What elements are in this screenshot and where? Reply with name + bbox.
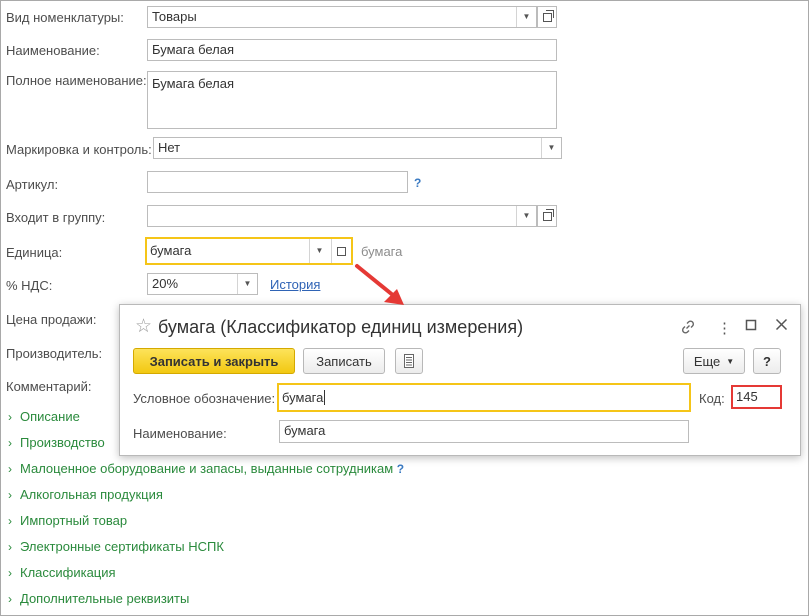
section-label: Малоценное оборудование и запасы, выданн… <box>20 461 394 476</box>
fullname-label: Полное наименование: <box>6 73 147 88</box>
maximize-icon[interactable] <box>745 318 757 335</box>
open-kind-button[interactable] <box>537 6 557 28</box>
unit-select[interactable]: бумага ▼ <box>145 237 353 265</box>
fullname-textarea[interactable]: Бумага белая <box>147 71 557 129</box>
marking-value: Нет <box>158 140 181 155</box>
vat-select[interactable]: 20% ▼ <box>147 273 258 295</box>
close-icon[interactable] <box>775 318 788 335</box>
chevron-right-icon: › <box>8 514 12 528</box>
section-import[interactable]: › Импортный товар <box>8 513 127 528</box>
open-icon <box>542 208 554 221</box>
section-description[interactable]: › Описание <box>8 409 80 424</box>
kind-label: Вид номенклатуры: <box>6 10 124 25</box>
fullname-value: Бумага белая <box>152 76 235 91</box>
link-icon[interactable] <box>680 319 696 339</box>
code-value: 145 <box>736 389 758 404</box>
unit-classifier-dialog: ☆ бумага (Классификатор единиц измерения… <box>119 304 801 456</box>
section-nspk-certificates[interactable]: › Электронные сертификаты НСПК <box>8 539 224 554</box>
chevron-down-icon[interactable]: ▼ <box>309 239 329 263</box>
unit-value: бумага <box>150 243 192 258</box>
chevron-right-icon: › <box>8 540 12 554</box>
chevron-down-icon: ▼ <box>726 356 735 366</box>
symbol-input[interactable]: бумага <box>277 383 691 412</box>
open-group-button[interactable] <box>537 205 557 227</box>
group-label: Входит в группу: <box>6 210 106 225</box>
section-help-icon[interactable]: ? <box>397 462 404 476</box>
article-label: Артикул: <box>6 177 59 192</box>
section-label: Электронные сертификаты НСПК <box>20 539 224 554</box>
dialog-name-input[interactable]: бумага <box>279 420 689 443</box>
section-alcohol[interactable]: › Алкогольная продукция <box>8 487 163 502</box>
section-label: Импортный товар <box>20 513 128 528</box>
article-input[interactable] <box>147 171 408 193</box>
vat-history-link[interactable]: История <box>270 277 320 292</box>
open-icon <box>337 246 346 256</box>
chevron-right-icon: › <box>8 462 12 476</box>
name-input[interactable]: Бумага белая <box>147 39 557 61</box>
unit-label: Единица: <box>6 245 63 260</box>
star-icon[interactable]: ☆ <box>135 315 152 338</box>
vat-label: % НДС: <box>6 278 53 293</box>
section-classification[interactable]: › Классификация <box>8 565 116 580</box>
article-help-icon[interactable]: ? <box>414 176 421 190</box>
chevron-down-icon[interactable]: ▼ <box>541 138 561 158</box>
unit-hint: бумага <box>361 244 403 259</box>
section-production[interactable]: › Производство <box>8 435 105 450</box>
chevron-right-icon: › <box>8 410 12 424</box>
section-label: Дополнительные реквизиты <box>20 591 190 606</box>
chevron-down-icon[interactable]: ▼ <box>516 7 536 27</box>
dialog-title: бумага (Классификатор единиц измерения) <box>158 317 524 337</box>
symbol-value: бумага <box>282 390 324 405</box>
symbol-label: Условное обозначение: <box>133 391 276 406</box>
comment-label: Комментарий: <box>6 379 92 394</box>
dialog-name-label: Наименование: <box>133 426 227 441</box>
name-label: Наименование: <box>6 43 100 58</box>
section-label: Производство <box>20 435 105 450</box>
manufacturer-label: Производитель: <box>6 346 103 361</box>
section-label: Классификация <box>20 565 116 580</box>
chevron-right-icon: › <box>8 436 12 450</box>
help-button[interactable]: ? <box>753 348 781 374</box>
chevron-right-icon: › <box>8 592 12 606</box>
vat-value: 20% <box>152 276 179 291</box>
name-value: Бумага белая <box>152 42 235 57</box>
section-label: Алкогольная продукция <box>20 487 163 502</box>
save-and-close-button[interactable]: Записать и закрыть <box>133 348 295 374</box>
section-additional-attributes[interactable]: › Дополнительные реквизиты <box>8 591 189 606</box>
chevron-down-icon[interactable]: ▼ <box>516 206 536 226</box>
chevron-down-icon[interactable]: ▼ <box>237 274 257 294</box>
marking-label: Маркировка и контроль: <box>6 142 152 157</box>
chevron-right-icon: › <box>8 566 12 580</box>
kind-select[interactable]: Товары ▼ <box>147 6 537 28</box>
price-label: Цена продажи: <box>6 312 97 327</box>
marking-select[interactable]: Нет ▼ <box>153 137 562 159</box>
save-button[interactable]: Записать <box>303 348 385 374</box>
open-unit-button[interactable] <box>331 239 351 263</box>
section-label: Описание <box>20 409 80 424</box>
more-vertical-icon[interactable]: ⋮ <box>717 319 732 337</box>
chevron-right-icon: › <box>8 488 12 502</box>
kind-value: Товары <box>152 9 197 24</box>
dialog-name-value: бумага <box>284 423 326 438</box>
code-input[interactable]: 145 <box>731 385 782 409</box>
more-label: Еще <box>693 353 721 369</box>
section-low-value-equipment[interactable]: › Малоценное оборудование и запасы, выдан… <box>8 461 404 476</box>
group-select[interactable]: ▼ <box>147 205 537 227</box>
code-label: Код: <box>699 391 725 406</box>
document-icon[interactable] <box>395 348 423 374</box>
more-button[interactable]: Еще ▼ <box>683 348 745 374</box>
text-cursor <box>324 390 326 405</box>
open-icon <box>542 9 554 22</box>
